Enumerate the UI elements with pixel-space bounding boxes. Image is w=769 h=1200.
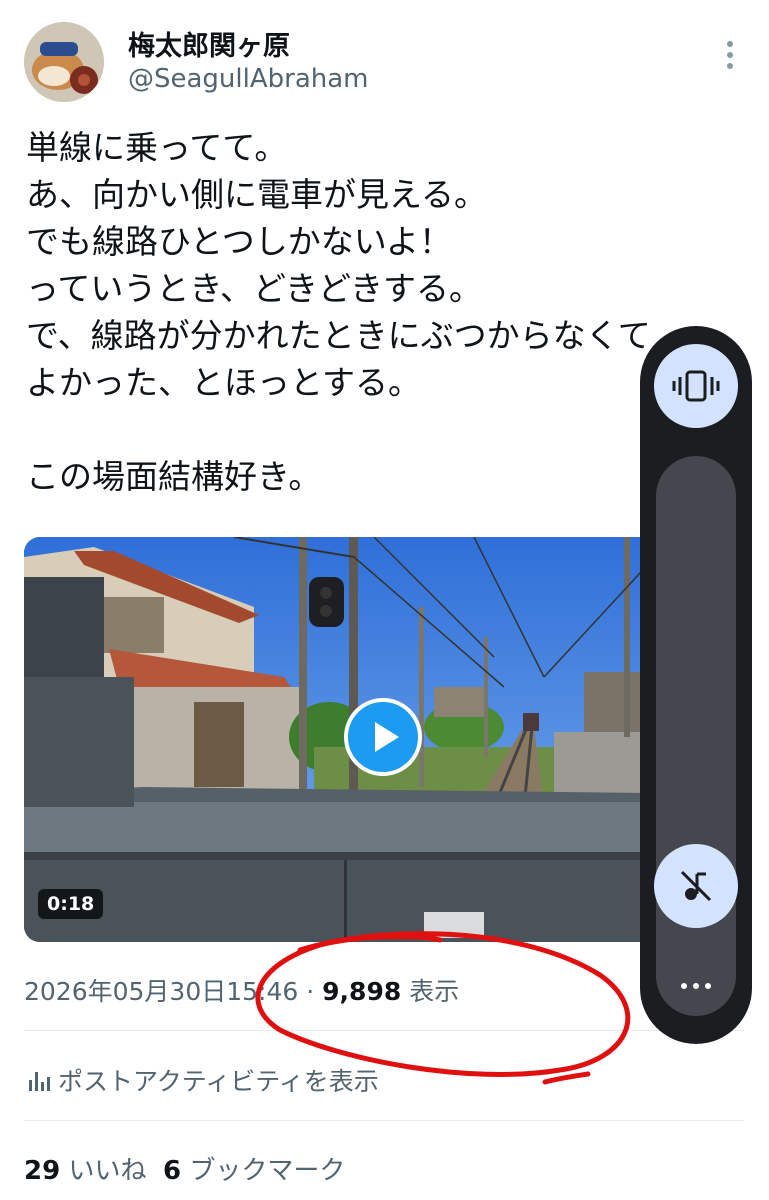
tweet-line: でも線路ひとつしかないよ！ [26, 222, 453, 261]
display-name[interactable]: 梅太郎関ヶ原 [128, 24, 290, 63]
tweet-meta: 2026年05月30日15:46 · 9,898 表示 [24, 972, 459, 1008]
tweet-line: で、線路が分かれたときにぶつからなくて [26, 316, 651, 355]
tweet-date[interactable]: 2026年05月30日 [24, 977, 226, 1006]
avatar[interactable] [24, 22, 104, 102]
tweet-line: っていうとき、どきどきする。 [26, 269, 483, 308]
tweet-line: よかった、とほっとする。 [26, 363, 422, 402]
volume-panel [640, 326, 752, 1044]
video-player[interactable]: 0:18 [24, 537, 684, 942]
play-button[interactable] [344, 698, 422, 776]
tweet-line: 単線に乗ってて。 [26, 128, 288, 167]
divider [24, 1030, 744, 1031]
vibrate-button[interactable] [654, 344, 738, 428]
engagement-stats: 29 いいね 6 ブックマーク [24, 1150, 345, 1187]
vibrate-icon [672, 370, 720, 402]
tweet-line: あ、向かい側に電車が見える。 [26, 175, 488, 214]
tweet-time[interactable]: 15:46 [226, 977, 298, 1006]
video-duration: 0:18 [38, 889, 104, 919]
more-vertical-icon[interactable] [718, 38, 742, 72]
tweet-line: この場面結構好き。 [26, 457, 322, 496]
bookmarks-count[interactable]: 6 [163, 1156, 181, 1186]
likes-label[interactable]: いいね [68, 1156, 146, 1186]
post-activity-label: ポストアクティビティを表示 [58, 1067, 379, 1096]
user-handle[interactable]: @SeagullAbraham [128, 64, 369, 94]
post-activity-link[interactable]: ポストアクティビティを表示 [26, 1062, 379, 1098]
volume-slider[interactable] [656, 456, 736, 1016]
media-mute-button[interactable] [654, 844, 738, 928]
avatar-image [24, 22, 104, 102]
bookmarks-label[interactable]: ブックマーク [189, 1156, 345, 1186]
music-mute-icon [680, 870, 712, 902]
more-horizontal-icon[interactable] [678, 976, 714, 996]
divider [24, 1120, 744, 1121]
analytics-icon [29, 1072, 50, 1091]
likes-count[interactable]: 29 [24, 1156, 60, 1186]
play-icon [375, 722, 399, 752]
meta-separator: · [306, 977, 315, 1006]
tweet-text: 単線に乗ってて。 あ、向かい側に電車が見える。 でも線路ひとつしかないよ！ って… [26, 124, 726, 500]
view-count: 9,898 [322, 977, 402, 1006]
view-label: 表示 [409, 977, 460, 1006]
